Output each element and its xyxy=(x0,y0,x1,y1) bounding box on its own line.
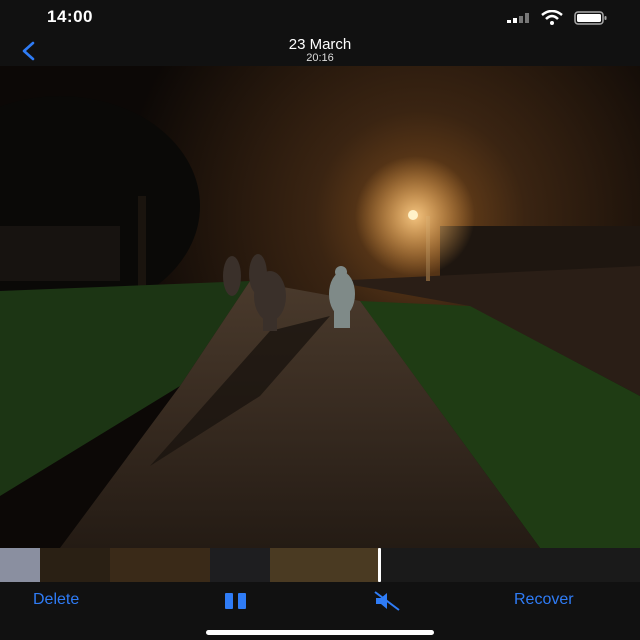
scrubber-thumbnail xyxy=(210,548,270,582)
scrubber-empty xyxy=(381,548,640,582)
scrubber-thumbnail xyxy=(0,548,40,582)
battery-icon xyxy=(574,11,607,25)
pause-icon[interactable] xyxy=(225,593,247,609)
video-frame[interactable] xyxy=(0,66,640,548)
nav-time: 20:16 xyxy=(306,52,334,64)
nav-date: 23 March xyxy=(288,36,352,53)
scrubber-thumbnail xyxy=(110,548,210,582)
cellular-signal-icon xyxy=(507,13,529,23)
speaker-muted-icon[interactable] xyxy=(373,590,401,612)
scrubber-thumbnail xyxy=(270,548,380,582)
video-scrubber[interactable] xyxy=(0,548,640,582)
wifi-icon xyxy=(541,10,563,25)
home-indicator[interactable] xyxy=(206,630,434,635)
recover-button[interactable]: Recover xyxy=(514,591,574,609)
delete-button[interactable]: Delete xyxy=(33,591,79,609)
status-bar: 14:00 xyxy=(0,0,640,34)
scrubber-thumbnail xyxy=(40,548,110,582)
status-time: 14:00 xyxy=(47,7,93,26)
night-street-scene xyxy=(0,66,640,548)
nav-bar: 23 March 20:16 xyxy=(0,34,640,66)
bottom-toolbar: Delete Recover xyxy=(0,582,640,640)
